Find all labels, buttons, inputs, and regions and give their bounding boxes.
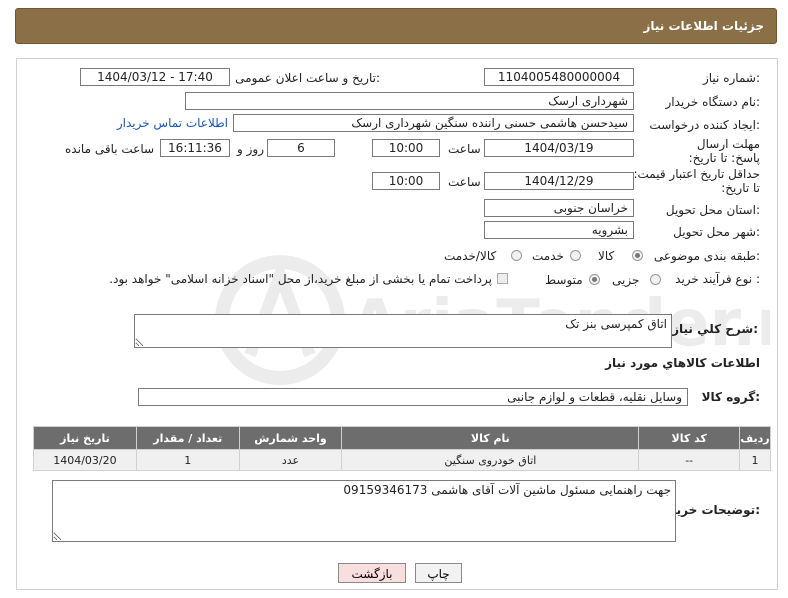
reply-time-field[interactable]: 10:00 xyxy=(372,139,440,157)
table-row[interactable]: 1 -- اتاق خودروی سنگین عدد 1 1404/03/20 xyxy=(33,449,771,471)
province-field[interactable]: خراسان جنوبی xyxy=(484,199,634,217)
print-button[interactable]: چاپ xyxy=(415,563,462,583)
time-remaining-field[interactable]: 16:11:36 xyxy=(160,139,230,157)
creator-label: ایجاد کننده درخواست: xyxy=(649,118,760,132)
category-both-label: کالا/خدمت xyxy=(444,249,497,263)
process-medium-radio[interactable] xyxy=(589,274,600,285)
buyer-org-field[interactable]: شهرداری ارسک xyxy=(185,92,634,110)
days-label: روز و xyxy=(237,142,264,156)
col-quantity: تعداد / مقدار xyxy=(135,426,240,450)
price-validity-label: حداقل تاریخ اعتبار قیمت: تا تاریخ: xyxy=(633,167,760,195)
province-label: استان محل تحویل: xyxy=(665,203,760,217)
announce-field[interactable]: 1404/03/12 - 17:40 xyxy=(80,68,230,86)
treasury-payment-checkbox[interactable] xyxy=(497,273,508,284)
need-number-field[interactable]: 1104005480000004 xyxy=(484,68,634,86)
cell-row-number: 1 xyxy=(739,449,771,471)
col-row-number: ردیف xyxy=(739,426,771,450)
category-goods-label: کالا xyxy=(598,249,615,263)
reply-date-field[interactable]: 1404/03/19 xyxy=(484,139,634,157)
col-need-date: تاریخ نیاز xyxy=(33,426,137,450)
category-service-label: خدمت xyxy=(532,249,564,263)
col-goods-name: نام کالا xyxy=(341,426,640,450)
category-label: طبقه بندی موضوعی: xyxy=(653,249,760,263)
creator-field[interactable]: سیدحسن هاشمی حسنی راننده سنگین شهرداری ا… xyxy=(233,114,634,132)
reply-deadline-label: مهلت ارسال پاسخ: تا تاریخ: xyxy=(688,137,760,165)
cell-goods-code: -- xyxy=(638,449,741,471)
announce-label: تاریخ و ساعت اعلان عمومی: xyxy=(235,71,380,85)
back-button[interactable]: بازگشت xyxy=(338,563,406,583)
cell-unit: عدد xyxy=(238,449,343,471)
col-goods-code: کد کالا xyxy=(638,426,741,450)
reply-time-label: ساعت xyxy=(448,142,481,156)
page-header: جزئیات اطلاعات نیاز xyxy=(15,8,777,44)
cell-quantity: 1 xyxy=(135,449,240,471)
description-textarea[interactable]: اتاق کمپرسی بنز تک xyxy=(134,314,672,348)
goods-table: ردیف کد کالا نام کالا واحد شمارش تعداد /… xyxy=(33,426,771,471)
price-time-label: ساعت xyxy=(448,175,481,189)
buyer-contact-link[interactable]: اطلاعات تماس خریدار xyxy=(117,116,228,130)
buyer-org-label: نام دستگاه خریدار: xyxy=(665,95,761,109)
goods-group-field[interactable]: وسایل نقلیه، قطعات و لوازم جانبی xyxy=(138,388,688,406)
col-unit: واحد شمارش xyxy=(238,426,343,450)
treasury-payment-note: پرداخت تمام یا بخشی از مبلغ خرید،از محل … xyxy=(109,272,492,286)
time-remaining-label: ساعت باقی مانده xyxy=(65,142,155,156)
table-header-row: ردیف کد کالا نام کالا واحد شمارش تعداد /… xyxy=(33,426,771,450)
days-remaining-field[interactable]: 6 xyxy=(267,139,335,157)
category-goods-radio[interactable] xyxy=(632,250,643,261)
buyer-notes-textarea[interactable]: جهت راهنمایی مسئول ماشین آلات آقای هاشمی… xyxy=(52,480,676,542)
price-date-field[interactable]: 1404/12/29 xyxy=(484,172,634,190)
cell-need-date: 1404/03/20 xyxy=(33,449,137,471)
goods-group-label: گروه کالا: xyxy=(701,390,760,404)
page-title: جزئیات اطلاعات نیاز xyxy=(643,19,764,33)
process-partial-label: جزیی xyxy=(612,273,640,287)
city-field[interactable]: بشرویه xyxy=(484,221,634,239)
description-label: شرح کلي نياز: xyxy=(672,322,758,336)
category-service-radio[interactable] xyxy=(570,250,581,261)
category-both-radio[interactable] xyxy=(511,250,522,261)
process-partial-radio[interactable] xyxy=(650,274,661,285)
cell-goods-name: اتاق خودروی سنگین xyxy=(341,449,640,471)
process-label: نوع فرآیند خرید : xyxy=(675,272,760,286)
goods-info-title: اطلاعات کالاهاي مورد نياز xyxy=(605,356,760,370)
city-label: شهر محل تحویل: xyxy=(673,225,760,239)
need-number-label: شماره نیاز: xyxy=(702,71,760,85)
price-time-field[interactable]: 10:00 xyxy=(372,172,440,190)
process-medium-label: متوسط xyxy=(545,273,583,287)
